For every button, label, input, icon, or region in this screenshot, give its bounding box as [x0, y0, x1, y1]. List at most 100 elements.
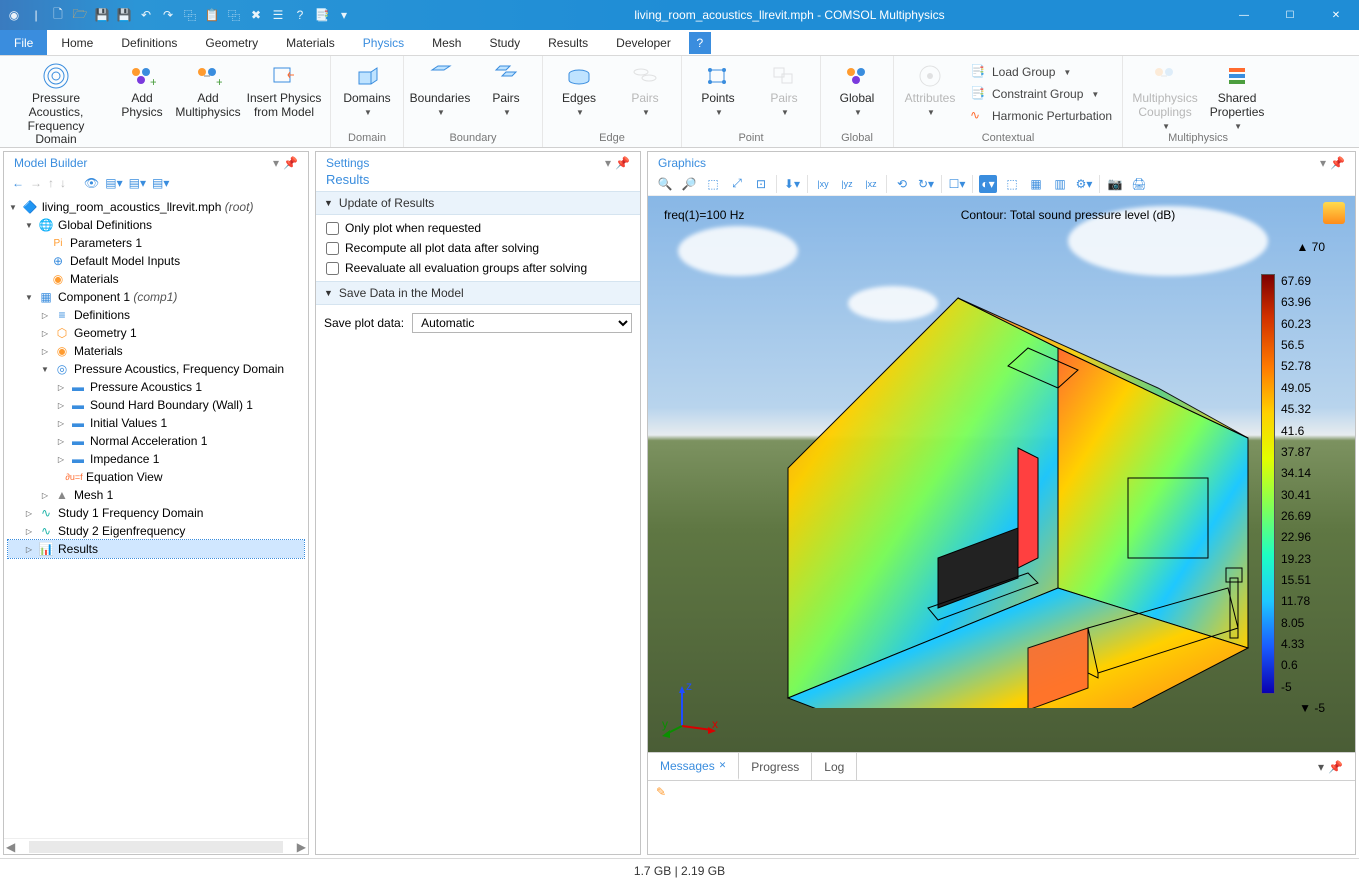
add-physics-button[interactable]: + Add Physics	[112, 58, 172, 120]
global-button[interactable]: Global▼	[827, 58, 887, 117]
tree-materials-comp[interactable]: ▷◉Materials	[8, 342, 304, 360]
menu-home[interactable]: Home	[47, 30, 107, 55]
copy-icon[interactable]: ⿻	[182, 7, 198, 23]
help-button[interactable]: ?	[689, 32, 711, 54]
menu-developer[interactable]: Developer	[602, 30, 685, 55]
rotate-icon[interactable]: ↻▾	[917, 175, 935, 193]
tree-study1[interactable]: ▷∿Study 1 Frequency Domain	[8, 504, 304, 522]
expand-icon[interactable]: ▤▾	[129, 176, 146, 190]
panel-menu-icon[interactable]: ▾	[605, 156, 611, 170]
nav-down-icon[interactable]: ↓	[60, 176, 66, 190]
tree-geometry[interactable]: ▷⬡Geometry 1	[8, 324, 304, 342]
tree-results[interactable]: ▷📊Results	[8, 540, 304, 558]
new-icon[interactable]: 🗋	[50, 7, 66, 23]
pin-icon[interactable]: 📌	[1328, 760, 1343, 774]
maximize-button[interactable]: ☐	[1267, 0, 1313, 30]
harmonic-button[interactable]: ∿Harmonic Perturbation	[966, 106, 1116, 126]
progress-tab[interactable]: Progress	[739, 753, 812, 780]
menu-geometry[interactable]: Geometry	[191, 30, 272, 55]
menu-study[interactable]: Study	[475, 30, 534, 55]
zoom-out-icon[interactable]: 🔎	[680, 175, 698, 193]
section-save-data[interactable]: ▼Save Data in the Model	[316, 281, 640, 305]
xy-icon[interactable]: |xy	[814, 175, 832, 193]
wireframe-icon[interactable]: ▦	[1027, 175, 1045, 193]
yz-icon[interactable]: |yz	[838, 175, 856, 193]
tree-pressure-acoustics[interactable]: ▼◎Pressure Acoustics, Frequency Domain	[8, 360, 304, 378]
snapshot-icon[interactable]: 📷	[1106, 175, 1124, 193]
menu-mesh[interactable]: Mesh	[418, 30, 475, 55]
panel-menu-icon[interactable]: ▾	[1320, 156, 1326, 170]
save-as-icon[interactable]: 💾	[116, 7, 132, 23]
close-tab-icon[interactable]: ✕	[719, 760, 727, 771]
menu-file[interactable]: File	[0, 30, 47, 55]
show-icon[interactable]: 👁	[84, 176, 99, 190]
duplicate-icon[interactable]: ⿻	[226, 7, 242, 23]
tree-parameters[interactable]: PiParameters 1	[8, 234, 304, 252]
xz-icon[interactable]: |xz	[862, 175, 880, 193]
tree-materials-global[interactable]: ◉Materials	[8, 270, 304, 288]
points-button[interactable]: Points▼	[688, 58, 748, 117]
close-button[interactable]: ✕	[1313, 0, 1359, 30]
more-icon[interactable]: ▾	[336, 7, 352, 23]
add-multiphysics-button[interactable]: + Add Multiphysics	[178, 58, 238, 120]
help-qa-icon[interactable]: ?	[292, 7, 308, 23]
log-tab[interactable]: Log	[812, 753, 857, 780]
save-icon[interactable]: 💾	[94, 7, 110, 23]
model-builder-scrollbar[interactable]: ◀▶	[4, 838, 308, 854]
filter-icon[interactable]: ▤▾	[152, 176, 169, 190]
section-update-results[interactable]: ▼Update of Results	[316, 191, 640, 215]
redo-icon[interactable]: ↷	[160, 7, 176, 23]
boundaries-button[interactable]: Boundaries▼	[410, 58, 470, 117]
reevaluate-checkbox[interactable]: Reevaluate all evaluation groups after s…	[326, 261, 630, 275]
tree-mesh[interactable]: ▷▲Mesh 1	[8, 486, 304, 504]
pin-icon[interactable]: 📌	[1330, 156, 1345, 170]
tree-sound-hard[interactable]: ▷▬Sound Hard Boundary (Wall) 1	[8, 396, 304, 414]
preferences-icon[interactable]: ⚙▾	[1075, 175, 1093, 193]
transparency-icon[interactable]: ⬚	[1003, 175, 1021, 193]
panel-menu-icon[interactable]: ▾	[1318, 760, 1324, 774]
default-view-icon[interactable]: ⟲	[893, 175, 911, 193]
paste-icon[interactable]: 📋	[204, 7, 220, 23]
only-plot-checkbox[interactable]: Only plot when requested	[326, 221, 630, 235]
tree-default-inputs[interactable]: ⊕Default Model Inputs	[8, 252, 304, 270]
pressure-acoustics-button[interactable]: Pressure Acoustics, Frequency Domain▼	[6, 58, 106, 158]
collapse-icon[interactable]: ▤▾	[105, 176, 122, 190]
tree-normal-accel[interactable]: ▷▬Normal Acceleration 1	[8, 432, 304, 450]
shared-properties-button[interactable]: Shared Properties▼	[1207, 58, 1267, 131]
scene-light-icon[interactable]: ◐▾	[979, 175, 997, 193]
tree-initial-values[interactable]: ▷▬Initial Values 1	[8, 414, 304, 432]
menu-materials[interactable]: Materials	[272, 30, 349, 55]
zoom-selected-icon[interactable]: ⊡	[752, 175, 770, 193]
zoom-box-icon[interactable]: ⬚	[704, 175, 722, 193]
task-icon[interactable]: 📑	[314, 7, 330, 23]
nav-up-icon[interactable]: ↑	[48, 176, 54, 190]
model-tree[interactable]: ▼🔷living_room_acoustics_llrevit.mph (roo…	[4, 194, 308, 838]
menu-physics[interactable]: Physics	[349, 30, 418, 55]
domains-button[interactable]: Domains▼	[337, 58, 397, 117]
messages-tab[interactable]: Messages✕	[648, 753, 739, 780]
menu-results[interactable]: Results	[534, 30, 602, 55]
nav-back-icon[interactable]: ←	[12, 176, 24, 190]
grid-icon[interactable]: ▥	[1051, 175, 1069, 193]
load-group-button[interactable]: 📑Load Group▼	[966, 62, 1116, 82]
insert-physics-button[interactable]: Insert Physics from Model	[244, 58, 324, 120]
nav-fwd-icon[interactable]: →	[30, 176, 42, 190]
edges-button[interactable]: Edges▼	[549, 58, 609, 117]
view-xy-dropdown-icon[interactable]: ⬇▾	[783, 175, 801, 193]
delete-icon[interactable]: ✖	[248, 7, 264, 23]
recompute-checkbox[interactable]: Recompute all plot data after solving	[326, 241, 630, 255]
zoom-extents-icon[interactable]: ⤢	[728, 175, 746, 193]
panel-menu-icon[interactable]: ▾	[273, 156, 279, 170]
menu-definitions[interactable]: Definitions	[107, 30, 191, 55]
tree-study2[interactable]: ▷∿Study 2 Eigenfrequency	[8, 522, 304, 540]
tree-definitions[interactable]: ▷≡Definitions	[8, 306, 304, 324]
constraint-group-button[interactable]: 📑Constraint Group▼	[966, 84, 1116, 104]
tree-impedance[interactable]: ▷▬Impedance 1	[8, 450, 304, 468]
print-icon[interactable]: 🖨	[1130, 175, 1148, 193]
boundary-pairs-button[interactable]: Pairs▼	[476, 58, 536, 117]
tree-pa1[interactable]: ▷▬Pressure Acoustics 1	[8, 378, 304, 396]
pin-icon[interactable]: 📌	[283, 156, 298, 170]
save-plot-select[interactable]: Automatic	[412, 313, 632, 333]
zoom-in-icon[interactable]: 🔍	[656, 175, 674, 193]
tree-equation-view[interactable]: ∂u=fEquation View	[8, 468, 304, 486]
